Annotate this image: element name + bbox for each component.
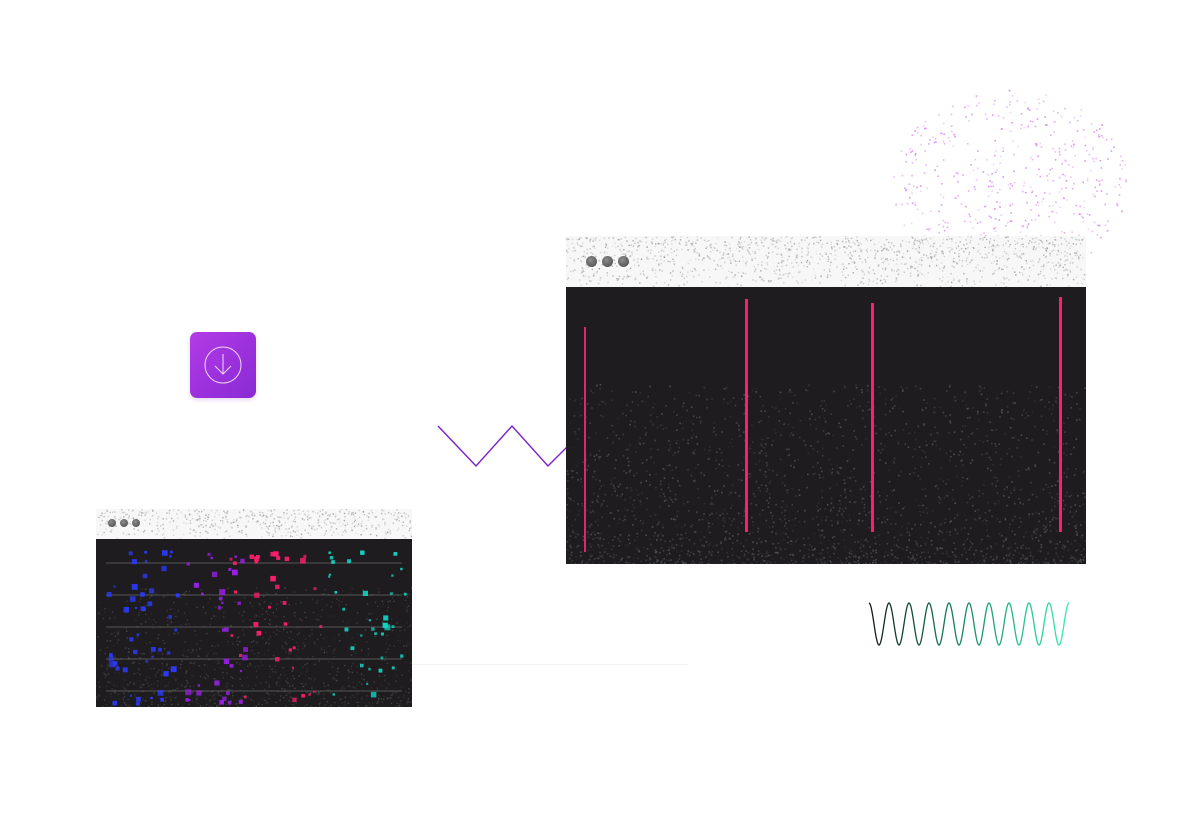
minimize-control[interactable]	[602, 256, 613, 267]
magenta-spike-visualization	[566, 297, 1086, 564]
scatter-panel	[96, 539, 412, 707]
close-control[interactable]	[108, 519, 116, 527]
waveform-panel	[566, 287, 1086, 564]
window-titlebar	[96, 509, 412, 539]
illustration-canvas	[0, 0, 1200, 840]
maximize-control[interactable]	[618, 256, 629, 267]
close-control[interactable]	[586, 256, 597, 267]
large-window	[566, 236, 1086, 564]
titlebar-noise	[566, 236, 1086, 287]
sine-wave-decoration	[868, 602, 1070, 646]
zigzag-line-decoration	[437, 424, 585, 468]
download-arrow-circle-icon	[204, 346, 242, 384]
window-controls	[108, 519, 140, 527]
titlebar-noise	[97, 509, 412, 539]
maximize-control[interactable]	[132, 519, 140, 527]
window-titlebar	[566, 236, 1086, 287]
download-button[interactable]	[190, 332, 256, 398]
minimize-control[interactable]	[120, 519, 128, 527]
faint-guide-line	[410, 664, 688, 665]
colored-squares-visualization	[96, 550, 412, 707]
window-controls	[586, 256, 629, 267]
small-window	[96, 509, 412, 707]
